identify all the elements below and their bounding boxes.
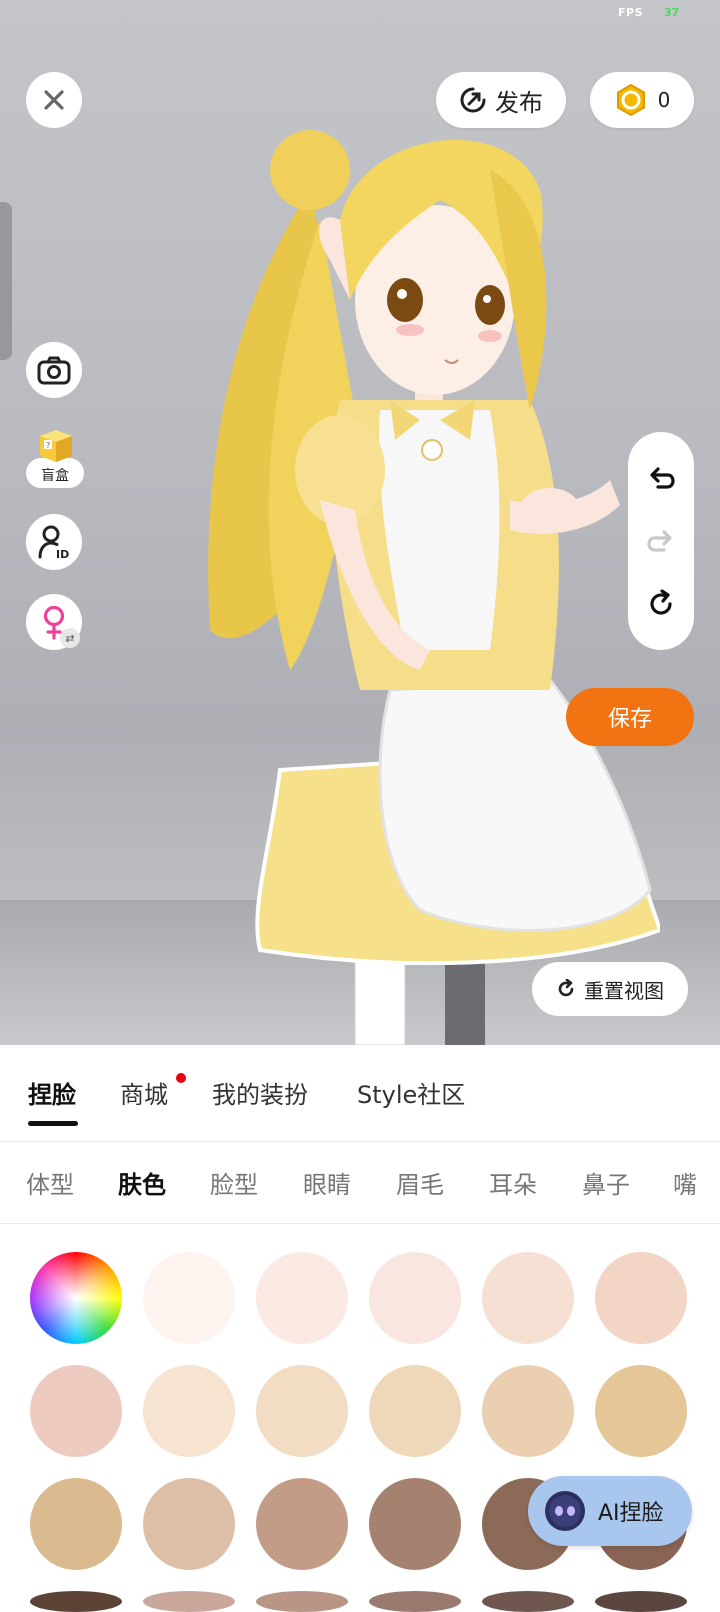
skin-color-swatch[interactable] [595,1365,687,1457]
skin-color-swatch[interactable] [30,1478,122,1570]
fps-value: 37 [664,6,680,19]
history-toolbar [628,432,694,650]
side-drawer-handle[interactable] [0,202,12,360]
undo-icon[interactable] [646,463,676,493]
svg-text:?: ? [46,441,50,450]
skin-color-swatch[interactable] [256,1365,348,1457]
skin-color-swatch[interactable] [482,1252,574,1344]
subtab-skin-color[interactable]: 肤色 [118,1165,166,1200]
skin-color-swatch[interactable] [369,1478,461,1570]
tab-style-community[interactable]: Style社区 [357,1075,465,1110]
reset-view-button[interactable]: 重置视图 [532,962,688,1016]
close-button[interactable] [26,72,82,128]
subtab-face-shape[interactable]: 脸型 [210,1165,258,1200]
camera-button[interactable] [26,342,82,398]
publish-icon [460,87,486,113]
user-id-icon: ID [38,525,69,560]
shop-notification-badge [176,1073,186,1083]
blind-box-icon: ? [40,430,72,462]
skin-color-swatch[interactable] [256,1591,348,1612]
skin-color-swatch[interactable] [369,1365,461,1457]
publish-label: 发布 [495,88,543,117]
avatar-character[interactable] [190,110,660,1045]
skin-color-swatch[interactable] [595,1252,687,1344]
skin-color-swatch[interactable] [256,1252,348,1344]
swap-icon: ⇄ [60,628,80,648]
save-button[interactable]: 保存 [566,688,694,746]
skin-color-swatch[interactable] [595,1591,687,1612]
publish-button[interactable]: 发布 [436,72,566,128]
close-icon [44,90,64,110]
ai-face-label: AI捏脸 [598,1501,664,1526]
refresh-icon [558,979,574,997]
ai-robot-icon [545,1491,585,1531]
skin-color-swatch[interactable] [143,1365,235,1457]
subtab-body-shape[interactable]: 体型 [26,1165,74,1200]
tab-shop[interactable]: 商城 [120,1075,168,1110]
skin-color-swatch[interactable] [256,1478,348,1570]
camera-icon [37,356,71,385]
subtab-nose[interactable]: 鼻子 [582,1165,630,1200]
fps-label: FPS [618,6,643,19]
avatar-id-button[interactable]: ID [26,514,82,570]
active-tab-indicator [28,1121,78,1126]
tab-face-editing[interactable]: 捏脸 [28,1075,76,1110]
coin-icon [616,83,645,117]
skin-color-swatch[interactable] [30,1365,122,1457]
gender-switch-button[interactable]: ⇄ [26,594,82,650]
skin-color-swatch[interactable] [482,1591,574,1612]
reset-icon[interactable] [646,589,676,619]
skin-color-swatch[interactable] [143,1591,235,1612]
reset-view-label: 重置视图 [584,978,664,1003]
subtab-ears[interactable]: 耳朵 [489,1165,537,1200]
blind-box-button[interactable]: 盲盒 ? [26,424,86,492]
skin-color-swatch[interactable] [482,1365,574,1457]
subtab-divider [0,1223,720,1224]
skin-color-swatch[interactable] [30,1591,122,1612]
svg-text:ID: ID [56,548,69,560]
custom-color-picker[interactable] [30,1252,122,1344]
coin-balance-button[interactable]: 0 [590,72,694,128]
coin-count: 0 [657,88,671,112]
ai-face-button[interactable]: AI捏脸 [528,1476,692,1546]
skin-color-swatch[interactable] [369,1591,461,1612]
tab-my-outfits[interactable]: 我的装扮 [212,1075,308,1110]
tab-divider [0,1141,720,1142]
subtab-mouth[interactable]: 嘴 [673,1165,697,1200]
skin-color-swatch[interactable] [369,1252,461,1344]
skin-color-swatch[interactable] [143,1478,235,1570]
subtab-eyes[interactable]: 眼睛 [303,1165,351,1200]
subtab-eyebrows[interactable]: 眉毛 [396,1165,444,1200]
main-tab-bar: 捏脸 商城 我的装扮 Style社区 [0,1045,720,1141]
redo-icon[interactable] [646,526,676,556]
avatar-viewport[interactable]: FPS 37 发布 0 盲盒 ? ID ⇄ 保存 重置视图 [0,0,720,1045]
skin-color-swatch[interactable] [143,1252,235,1344]
